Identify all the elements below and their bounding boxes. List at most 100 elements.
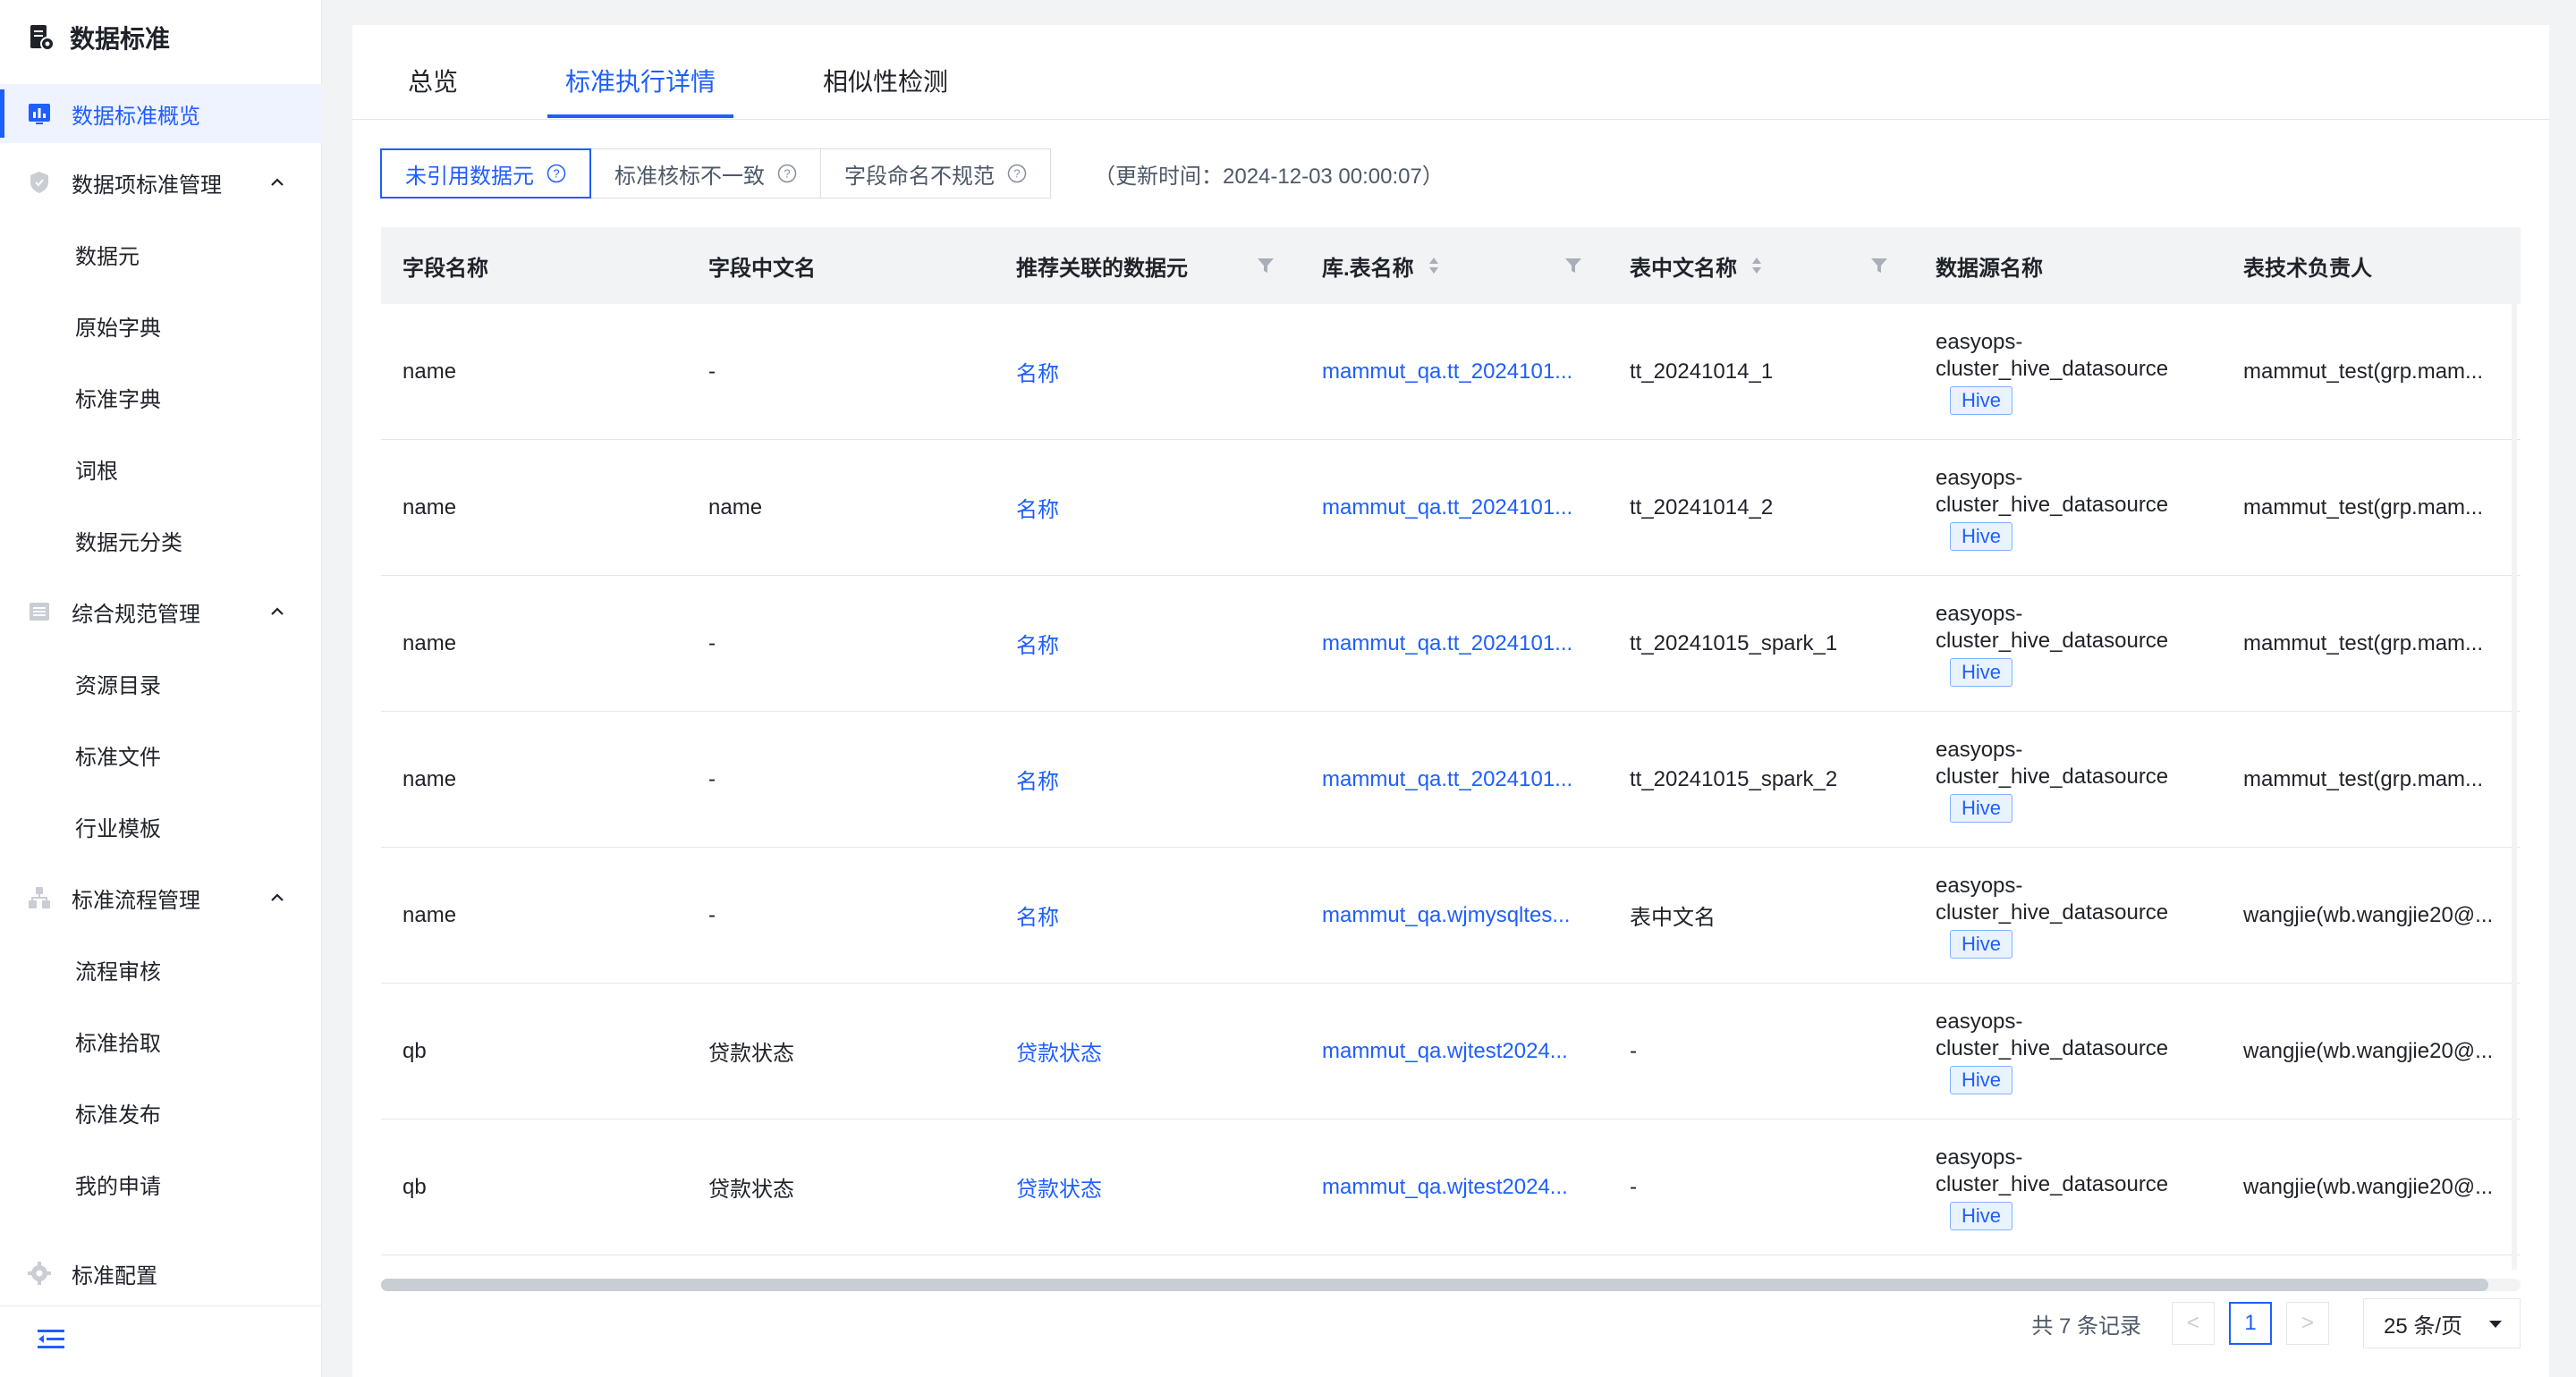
horizontal-scrollbar-thumb[interactable] [381,1279,2488,1291]
sort-icon[interactable] [1427,256,1441,275]
update-time: （更新时间：2024-12-03 00:00:07） [1094,164,1444,189]
table-name-link[interactable]: mammut_qa.tt_2024101... [1301,495,1608,520]
table-owner-cell: mammut_test(grp.mam... [2243,630,2484,655]
next-page-button[interactable]: > [2286,1302,2329,1345]
column-header-label: 库.表名称 [1322,256,1414,281]
sidebar-item-13[interactable]: 标准拾取 [0,1005,322,1077]
recommended-element-link[interactable]: 贷款状态 [995,1171,1301,1203]
sidebar-item-label: 流程审核 [75,959,161,984]
column-header-label: 字段名称 [402,256,488,281]
table-row[interactable]: name - 名称 mammut_qa.tt_2024101... tt_2024101… [381,576,2521,712]
tab-execution-detail[interactable]: 标准执行详情 [547,25,734,119]
recommended-element-link[interactable]: 名称 [995,628,1301,659]
datasource-name: easyops-cluster_hive_datasource [1936,465,2169,517]
vertical-scrollbar[interactable] [2512,304,2517,1270]
sidebar-item-6[interactable]: 数据元分类 [0,504,322,576]
field-name-cell: name [402,766,457,791]
recommended-element-link[interactable]: 名称 [995,900,1301,931]
filter-icon[interactable] [1869,256,1889,275]
filter-icon[interactable] [1563,256,1583,275]
tab-similarity-check[interactable]: 相似性检测 [823,25,948,119]
datasource-type-tag: Hive [1950,521,2013,551]
column-header: 表中文名称 [1608,227,1914,304]
table-name-link[interactable]: mammut_qa.tt_2024101... [1301,631,1608,656]
datasource-type-tag: Hive [1950,657,2013,687]
filter-segmented-control: 未引用数据元 ? 标准核标不一致 ? 字段命名不规范 ? [380,148,1051,199]
table-row[interactable]: name - 名称 mammut_qa.tt_2024101... tt_2024101… [381,712,2521,848]
datasource-cell: easyops-cluster_hive_datasource Hive [1914,601,2222,687]
table-row[interactable]: qb 贷款状态 贷款状态 mammut_qa.wjtest2024... - easyop… [381,1119,2521,1255]
sidebar-item-14[interactable]: 标准发布 [0,1077,322,1148]
datasource-type-tag: Hive [1950,1065,2013,1094]
sidebar-item-5[interactable]: 词根 [0,433,322,504]
recommended-element-link[interactable]: 名称 [995,764,1301,795]
sort-icon[interactable] [1750,256,1764,275]
chevron-up-icon[interactable] [267,172,288,193]
sidebar: 数据标准 数据标准概览 数据项标准管理 数据元 原始字典 标准字典 词根 数据元分类 综合规范… [0,0,322,1377]
datasource-type-tag: Hive [1950,793,2013,823]
field-cn-name-cell: - [708,359,716,384]
tab-overview[interactable]: 总览 [408,25,458,119]
table-row[interactable]: name - 名称 mammut_qa.wjmysqltes... 表中文名 easyop… [381,848,2521,984]
sidebar-item-7[interactable]: 综合规范管理 [0,576,322,647]
table-row[interactable]: qb 贷款状态 贷款状态 mammut_qa.wjtest2024... - easyop… [381,984,2521,1119]
column-header-label: 表中文名称 [1630,256,1737,281]
filter-icon[interactable] [1256,256,1275,275]
page-size-select[interactable]: 25 条/页 [2363,1298,2521,1348]
sidebar-item-15[interactable]: 我的申请 [0,1148,322,1220]
sidebar-item-9[interactable]: 标准文件 [0,719,322,790]
table-owner-cell: mammut_test(grp.mam... [2243,766,2484,791]
filter-toolbar: 未引用数据元 ? 标准核标不一致 ? 字段命名不规范 ? （更新时间：2024-… [380,148,1444,199]
column-header: 字段中文名 [687,227,995,304]
sidebar-item-1[interactable]: 数据项标准管理 [0,147,322,218]
filter-inconsistent-check[interactable]: 标准核标不一致 ? [590,148,821,199]
table-name-link[interactable]: mammut_qa.tt_2024101... [1301,767,1608,792]
table-row[interactable]: name name 名称 mammut_qa.tt_2024101... tt_2024… [381,440,2521,576]
field-cn-name-cell: - [708,630,716,655]
column-header: 数据源名称 [1914,227,2222,304]
recommended-element-link[interactable]: 名称 [995,356,1301,387]
table-cn-name-cell: tt_20241014_1 [1630,359,1774,384]
sidebar-item-label: 我的申请 [75,1174,161,1199]
data-standard-logo-icon [27,23,55,52]
sidebar-item-3[interactable]: 原始字典 [0,290,322,361]
page-button[interactable]: 1 [2229,1302,2272,1345]
recommended-element-link[interactable]: 名称 [995,492,1301,523]
table-row[interactable]: name - 名称 mammut_qa.tt_2024101... tt_2024101… [381,304,2521,440]
sidebar-item-12[interactable]: 流程审核 [0,933,322,1005]
datasource-cell: easyops-cluster_hive_datasource Hive [1914,873,2222,959]
sidebar-item-4[interactable]: 标准字典 [0,361,322,433]
table-name-link[interactable]: mammut_qa.wjmysqltes... [1301,903,1608,928]
menu-collapse-icon[interactable] [38,1328,64,1356]
sidebar-item-10[interactable]: 行业模板 [0,790,322,862]
chart-icon [25,99,54,128]
column-header-label: 推荐关联的数据元 [1016,256,1188,281]
sidebar-item-11[interactable]: 标准流程管理 [0,862,322,933]
filter-unreferenced-element[interactable]: 未引用数据元 ? [380,148,591,199]
filter-naming-irregular[interactable]: 字段命名不规范 ? [820,148,1051,199]
table-name-link[interactable]: mammut_qa.wjtest2024... [1301,1039,1608,1064]
datasource-name: easyops-cluster_hive_datasource [1936,737,2169,789]
chevron-up-icon[interactable] [267,887,288,908]
prev-page-button[interactable]: < [2172,1302,2215,1345]
recommended-element-link[interactable]: 贷款状态 [995,1035,1301,1067]
sidebar-item-8[interactable]: 资源目录 [0,647,322,719]
org-icon [25,883,54,912]
pagination: 共 7 条记录 < 1 > 25 条/页 [2031,1298,2521,1348]
field-name-cell: qb [402,1174,427,1199]
field-name-cell: qb [402,1038,427,1063]
horizontal-scrollbar[interactable] [381,1279,2521,1291]
datasource-name: easyops-cluster_hive_datasource [1936,1145,2169,1196]
datasource-name: easyops-cluster_hive_datasource [1936,601,2169,653]
table-name-link[interactable]: mammut_qa.wjtest2024... [1301,1175,1608,1200]
field-name-cell: name [402,494,457,520]
sidebar-item-2[interactable]: 数据元 [0,218,322,290]
sidebar-item-16[interactable]: 标准配置 [0,1238,322,1309]
table-name-link[interactable]: mammut_qa.tt_2024101... [1301,359,1608,384]
sidebar-item-label: 标准配置 [72,1263,157,1288]
field-cn-name-cell: 贷款状态 [708,1042,794,1066]
brand: 数据标准 [0,0,321,75]
sidebar-item-0[interactable]: 数据标准概览 [0,84,322,143]
chevron-up-icon[interactable] [267,601,288,622]
filter-label: 字段命名不规范 [844,164,995,189]
